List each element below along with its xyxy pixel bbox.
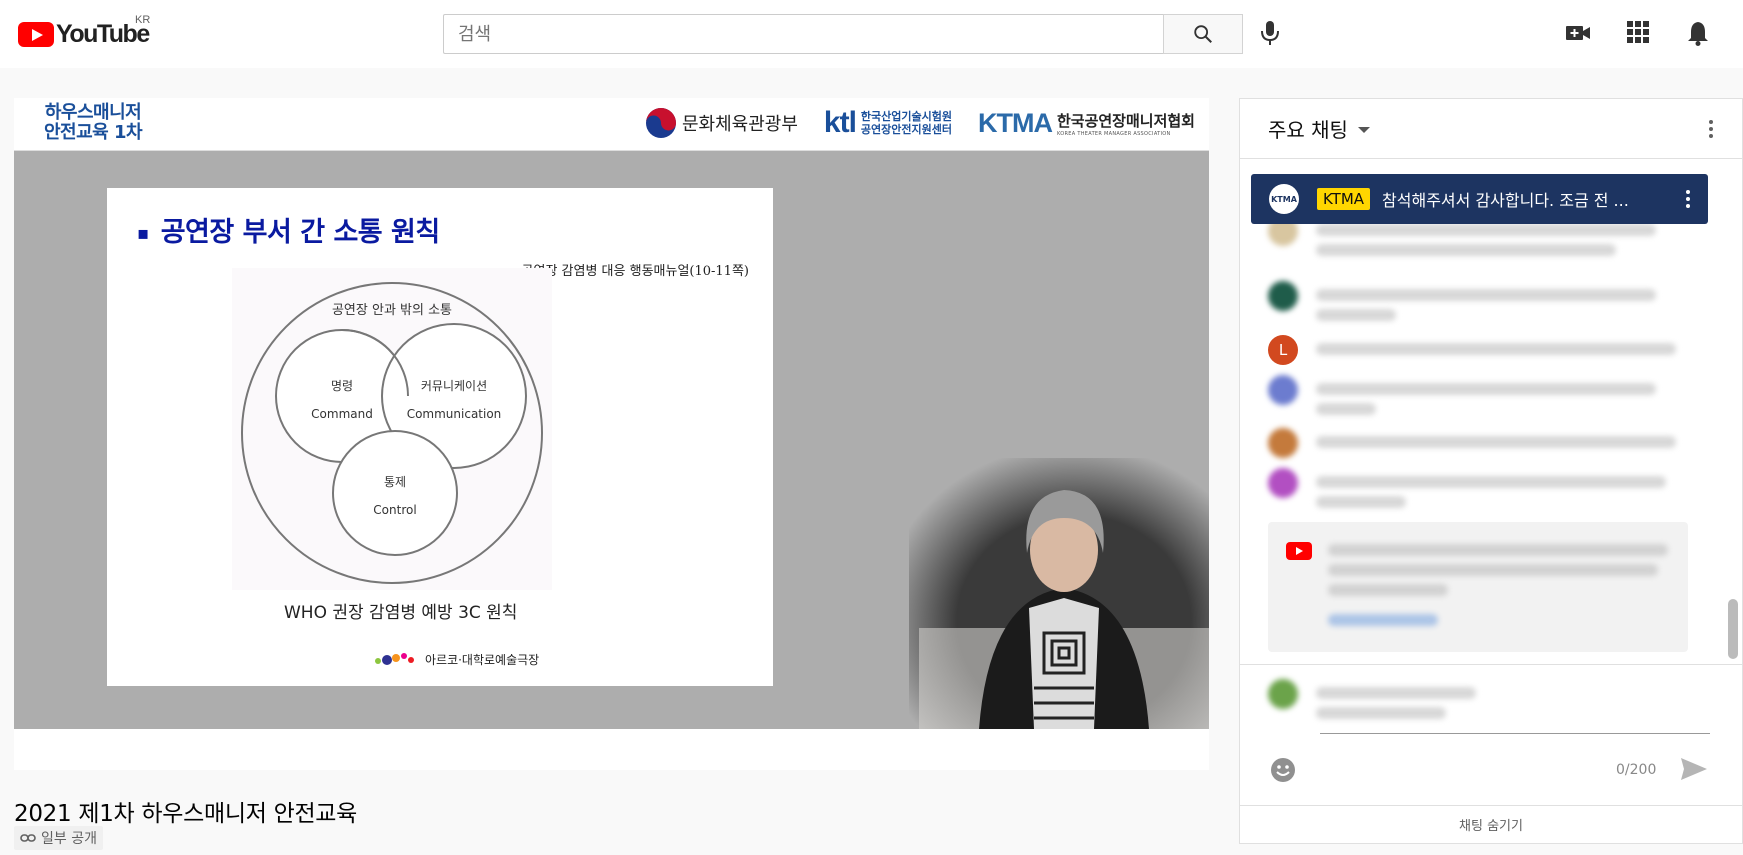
dropdown-caret-icon[interactable] bbox=[1357, 127, 1370, 133]
slide-subtitle: 공연장 감염병 대응 행동매뉴얼(10-11쪽) bbox=[521, 264, 749, 279]
ktma-logo: KTMA 한국공연장매니저협회 KOREA THEATER MANAGER AS… bbox=[978, 108, 1195, 139]
pinned-message[interactable]: KTMA KTMA 참석해주셔서 감사합니다. 조금 전 ... bbox=[1251, 174, 1708, 224]
microphone-icon bbox=[1261, 21, 1279, 45]
command-en: Command bbox=[311, 407, 373, 421]
chat-input-field[interactable] bbox=[1320, 733, 1710, 734]
command-ko: 명령 bbox=[331, 379, 353, 393]
youtube-small-icon bbox=[1286, 542, 1312, 560]
avatar: L bbox=[1268, 335, 1298, 365]
arko-logo: 아르코·대학로예술극장 bbox=[373, 650, 539, 668]
course-title-line2: 안전교육 1차 bbox=[44, 122, 143, 143]
video-bottom-area bbox=[14, 729, 1209, 769]
video-overlay-header: 하우스매니저 안전교육 1차 문화체육관광부 ktl 한국산업기술시험원 공연장… bbox=[14, 98, 1209, 151]
pinned-author-badge: KTMA bbox=[1317, 188, 1371, 210]
course-title-line1: 하우스매니저 bbox=[44, 102, 142, 123]
ktma-text: 한국공연장매니저협회 KOREA THEATER MANAGER ASSOCIA… bbox=[1057, 110, 1195, 137]
slide-caption: WHO 권장 감염병 예방 3C 원칙 bbox=[284, 603, 518, 623]
mcst-logo: 문화체육관광부 bbox=[645, 107, 798, 139]
pinned-more-icon[interactable] bbox=[1686, 189, 1690, 209]
hide-chat-button[interactable]: 채팅 숨기기 bbox=[1240, 805, 1742, 843]
control-en: Control bbox=[373, 503, 416, 517]
video-player[interactable]: 하우스매니저 안전교육 1차 문화체육관광부 ktl 한국산업기술시험원 공연장… bbox=[14, 98, 1209, 729]
chat-header: 주요 채팅 bbox=[1240, 99, 1742, 159]
pinned-message-text: 참석해주셔서 감사합니다. 조금 전 ... bbox=[1382, 191, 1629, 210]
voice-search-button[interactable] bbox=[1258, 18, 1282, 52]
search-button[interactable] bbox=[1163, 14, 1243, 54]
ktl-mark: ktl bbox=[823, 106, 857, 139]
chat-message-body bbox=[1316, 281, 1676, 321]
chat-message bbox=[1268, 468, 1676, 508]
chat-input-placeholder bbox=[1316, 679, 1476, 719]
course-title-graphic: 하우스매니저 안전교육 1차 bbox=[44, 102, 143, 143]
communication-ko: 커뮤니케이션 bbox=[421, 379, 487, 393]
slide-title: ▪ 공연장 부서 간 소통 원칙 bbox=[137, 210, 440, 249]
taegeuk-icon bbox=[645, 108, 676, 138]
communication-en: Communication bbox=[407, 407, 502, 421]
avatar bbox=[1268, 281, 1298, 311]
chat-message bbox=[1268, 375, 1676, 415]
ktma-avatar: KTMA bbox=[1269, 184, 1299, 214]
ktma-mark: KTMA bbox=[978, 107, 1053, 138]
chat-message: L bbox=[1268, 335, 1676, 365]
chat-user-identity bbox=[1268, 679, 1476, 719]
user-avatar bbox=[1268, 679, 1298, 709]
live-chat-panel: 주요 채팅 L KTMA KTMA 참석해주셔서 감사합니다. 조금 전 ...… bbox=[1239, 98, 1743, 844]
presenter-video bbox=[909, 458, 1209, 729]
control-ko: 통제 bbox=[384, 475, 406, 489]
privacy-text: 일부 공개 bbox=[41, 831, 97, 847]
chat-scrollbar[interactable] bbox=[1728, 599, 1738, 659]
mcst-text: 문화체육관광부 bbox=[681, 114, 798, 135]
search-icon bbox=[1194, 25, 1212, 43]
slide-bullet: ▪ bbox=[137, 223, 149, 244]
arko-dots-icon bbox=[375, 653, 414, 665]
sponsor-logos: 문화체육관광부 ktl 한국산업기술시험원 공연장안전지원센터 KTMA 한국공… bbox=[645, 106, 1195, 140]
presentation-slide: ▪ 공연장 부서 간 소통 원칙 공연장 감염병 대응 행동매뉴얼(10-11쪽)… bbox=[107, 188, 773, 686]
chat-mode-selector[interactable]: 주요 채팅 bbox=[1268, 114, 1348, 143]
masthead: YouTube KR bbox=[0, 0, 1743, 68]
chat-message bbox=[1268, 428, 1676, 458]
create-video-button[interactable] bbox=[1565, 20, 1591, 50]
search-box[interactable] bbox=[443, 14, 1163, 54]
chat-system-message bbox=[1268, 522, 1688, 652]
video-title: 2021 제1차 하우스매니저 안전교육 bbox=[14, 801, 358, 827]
chat-input-area: 0/200 bbox=[1240, 664, 1742, 794]
link-icon bbox=[20, 834, 36, 842]
send-icon[interactable] bbox=[1680, 757, 1708, 781]
ktl-logo: ktl 한국산업기술시험원 공연장안전지원센터 bbox=[824, 106, 952, 140]
ktma-line2: KOREA THEATER MANAGER ASSOCIATION bbox=[1056, 130, 1171, 137]
arko-text: 아르코·대학로예술극장 bbox=[425, 652, 540, 667]
youtube-play-icon bbox=[18, 22, 54, 47]
search-input[interactable] bbox=[458, 23, 1149, 45]
apps-grid-icon bbox=[1627, 21, 1649, 43]
notifications-button[interactable] bbox=[1686, 20, 1710, 50]
search-bar bbox=[443, 14, 1243, 54]
outer-circle-label: 공연장 안과 밖의 소통 bbox=[332, 303, 452, 318]
ktl-line2: 공연장안전지원센터 bbox=[860, 123, 952, 136]
ktma-line1: 한국공연장매니저협회 bbox=[1056, 111, 1195, 130]
ktl-text: 한국산업기술시험원 공연장안전지원센터 bbox=[861, 110, 952, 136]
char-counter: 0/200 bbox=[1616, 762, 1657, 778]
system-message-body bbox=[1328, 536, 1668, 626]
privacy-badge: 일부 공개 bbox=[14, 826, 103, 850]
youtube-logo[interactable]: YouTube bbox=[18, 20, 150, 49]
chat-message bbox=[1268, 281, 1676, 321]
country-code: KR bbox=[135, 14, 151, 26]
avatar bbox=[1268, 468, 1298, 498]
ktl-line1: 한국산업기술시험원 bbox=[860, 110, 952, 123]
chat-message-body bbox=[1316, 375, 1676, 415]
slide-title-text: 공연장 부서 간 소통 원칙 bbox=[160, 217, 441, 248]
more-options-icon[interactable] bbox=[1708, 119, 1714, 139]
bell-icon bbox=[1688, 22, 1708, 46]
avatar bbox=[1268, 375, 1298, 405]
video-camera-plus-icon bbox=[1566, 26, 1590, 40]
chat-message-body bbox=[1316, 335, 1676, 355]
chat-message-body bbox=[1316, 428, 1676, 448]
apps-button[interactable] bbox=[1626, 20, 1650, 48]
emoji-icon[interactable] bbox=[1270, 757, 1296, 783]
venn-diagram: 공연장 안과 밖의 소통 명령 Command 커뮤니케이션 Communica… bbox=[232, 268, 552, 590]
chat-message-body bbox=[1316, 468, 1676, 508]
avatar bbox=[1268, 428, 1298, 458]
